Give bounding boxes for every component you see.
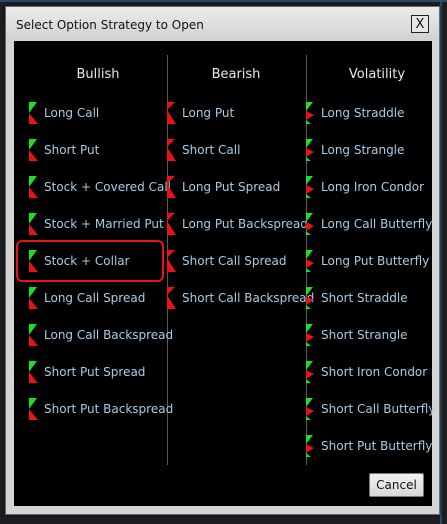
strategy-item[interactable]: Short Call [167, 139, 299, 161]
strategy-label: Short Put Butterfly [321, 439, 433, 453]
strategy-item[interactable]: Long Put Backspread [167, 213, 308, 235]
strategy-item[interactable]: Long Call Butterfly [306, 213, 438, 235]
highlight-box [16, 240, 164, 282]
bull-strategy-icon [29, 102, 39, 124]
strategy-item[interactable]: Short Strangle [306, 324, 438, 346]
bull-strategy-icon [29, 139, 39, 161]
bear-strategy-icon [167, 102, 177, 124]
bear-strategy-icon [167, 139, 177, 161]
background-window-edge [0, 0, 447, 2]
volatility-strategy-icon [306, 176, 316, 198]
strategy-label: Short Put [44, 143, 100, 157]
bear-strategy-icon [167, 176, 177, 198]
dialog-titlebar: Select Option Strategy to Open X [6, 7, 439, 39]
volatility-strategy-icon [306, 213, 316, 235]
strategy-label: Short Call Butterfly [321, 402, 436, 416]
strategy-item[interactable]: Short Put Backspread [29, 398, 173, 420]
dialog-title: Select Option Strategy to Open [16, 18, 204, 32]
strategy-item[interactable]: Stock + Married Put [29, 213, 164, 235]
bear-strategy-icon [167, 287, 177, 309]
strategy-item[interactable]: Stock + Covered Call [29, 176, 171, 198]
volatility-strategy-icon [306, 102, 316, 124]
strategy-item[interactable]: Short Put [29, 139, 161, 161]
strategy-label: Long Put [182, 106, 235, 120]
strategy-panel: Bullish Bearish Volatility Long Call Shor… [14, 41, 435, 506]
strategy-item[interactable]: Long Strangle [306, 139, 438, 161]
strategy-item[interactable]: Long Straddle [306, 102, 438, 124]
bull-strategy-icon [29, 361, 39, 383]
bear-strategy-icon [167, 250, 177, 272]
strategy-item[interactable]: Long Call Backspread [29, 324, 173, 346]
bull-strategy-icon [29, 324, 39, 346]
bear-strategy-icon [167, 213, 177, 235]
volatility-strategy-icon [306, 398, 316, 420]
strategy-label: Long Iron Condor [321, 180, 425, 194]
close-button[interactable]: X [411, 15, 429, 33]
strategy-item[interactable]: Short Put Butterfly [306, 435, 438, 457]
strategy-label: Long Put Spread [182, 180, 281, 194]
strategy-label: Long Call Butterfly [321, 217, 433, 231]
strategy-label: Short Strangle [321, 328, 408, 342]
strategy-item[interactable]: Long Put Spread [167, 176, 299, 198]
strategy-dialog: Select Option Strategy to Open X Bullish… [5, 6, 440, 515]
volatility-strategy-icon [306, 287, 316, 309]
strategy-label: Long Put Backspread [182, 217, 309, 231]
strategy-label: Short Call Spread [182, 254, 287, 268]
strategy-item[interactable]: Long Put Butterfly [306, 250, 438, 272]
bull-strategy-icon [29, 398, 39, 420]
bull-strategy-icon [29, 287, 39, 309]
strategy-item[interactable]: Short Straddle [306, 287, 438, 309]
strategy-item[interactable]: Short Iron Condor [306, 361, 438, 383]
strategy-label: Short Put Spread [44, 365, 146, 379]
strategy-item[interactable]: Long Call Spread [29, 287, 161, 309]
cancel-button[interactable]: Cancel [369, 473, 424, 497]
strategy-item[interactable]: Short Call Spread [167, 250, 299, 272]
strategy-item[interactable]: Long Call [29, 102, 161, 124]
volatility-strategy-icon [306, 361, 316, 383]
column-header-bearish: Bearish [211, 67, 261, 82]
strategy-label: Stock + Covered Call [44, 180, 171, 194]
strategy-label: Long Strangle [321, 143, 405, 157]
strategy-label: Long Put Butterfly [321, 254, 430, 268]
column-header-bullish: Bullish [76, 67, 120, 82]
strategy-item[interactable]: Short Call Butterfly [306, 398, 438, 420]
strategy-label: Short Put Backspread [44, 402, 174, 416]
strategy-label: Long Call Spread [44, 291, 146, 305]
strategy-label: Stock + Married Put [44, 217, 164, 231]
strategy-label: Short Straddle [321, 291, 408, 305]
volatility-strategy-icon [306, 435, 316, 457]
column-header-volatility: Volatility [348, 67, 406, 82]
bull-strategy-icon [29, 176, 39, 198]
strategy-item[interactable]: Long Iron Condor [306, 176, 438, 198]
strategy-label: Short Call Backspread [182, 291, 315, 305]
strategy-item[interactable]: Short Call Backspread [167, 287, 314, 309]
strategy-label: Short Call [182, 143, 241, 157]
strategy-label: Long Call Backspread [44, 328, 174, 342]
strategy-item[interactable]: Stock + Collar [16, 240, 164, 282]
volatility-strategy-icon [306, 250, 316, 272]
strategy-label: Long Call [44, 106, 100, 120]
strategy-label: Short Iron Condor [321, 365, 428, 379]
strategy-item[interactable]: Short Put Spread [29, 361, 161, 383]
volatility-strategy-icon [306, 324, 316, 346]
volatility-strategy-icon [306, 139, 316, 161]
bull-strategy-icon [29, 213, 39, 235]
strategy-label: Long Straddle [321, 106, 405, 120]
strategy-item[interactable]: Long Put [167, 102, 299, 124]
